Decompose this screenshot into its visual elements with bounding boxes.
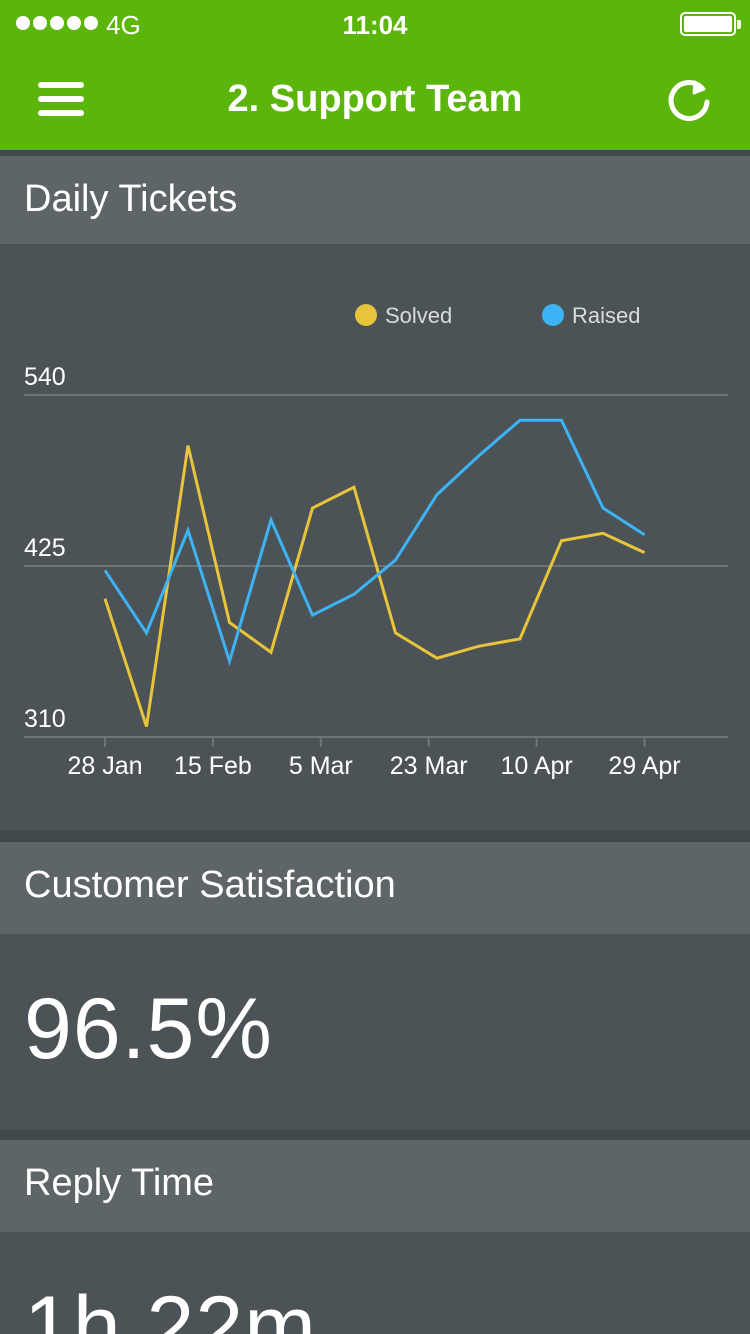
x-tick-label: 29 Apr [608,752,680,780]
satisfaction-header: Customer Satisfaction [0,842,750,934]
reply-time-header: Reply Time [0,1140,750,1232]
legend-marker-solved [355,304,377,326]
page-title: 2. Support Team [227,78,523,120]
x-tick-label: 5 Mar [289,752,353,780]
refresh-icon [668,80,710,121]
series-line-solved [103,445,646,728]
x-tick-label: 28 Jan [67,752,142,780]
y-tick-label: 425 [24,534,66,562]
nav-bar: 2. Support Team [0,48,750,150]
status-bar: 4G 11:04 [0,0,750,48]
daily-tickets-chart: 310 425 540 28 Jan 15 Feb 5 Mar 23 Mar 10 Apr 29… [0,244,750,830]
daily-tickets-header: Daily Tickets [0,156,750,244]
refresh-button[interactable] [664,76,714,126]
app-header: 4G 11:04 2. Support Team [0,0,750,150]
legend-marker-raised [542,304,564,326]
line-chart: 310 425 540 28 Jan 15 Feb 5 Mar 23 Mar 10 Apr 29… [24,303,728,780]
reply-time-title: Reply Time [24,1162,215,1204]
battery-icon [680,12,741,36]
legend-label-raised: Raised [572,303,640,328]
x-tick-label: 15 Feb [174,752,252,780]
x-tick-label: 23 Mar [390,752,468,780]
legend-label-solved: Solved [385,303,452,328]
daily-tickets-title: Daily Tickets [24,178,238,220]
reply-time-body: 1h 22m [0,1232,750,1334]
x-tick-label: 10 Apr [500,752,572,780]
satisfaction-title: Customer Satisfaction [24,864,396,906]
y-tick-label: 540 [24,363,66,391]
reply-time-value: 1h 22m [24,1279,317,1334]
y-tick-label: 310 [24,705,66,733]
satisfaction-body: 96.5% [0,934,750,1130]
satisfaction-value: 96.5% [24,981,273,1077]
status-time: 11:04 [342,10,408,40]
